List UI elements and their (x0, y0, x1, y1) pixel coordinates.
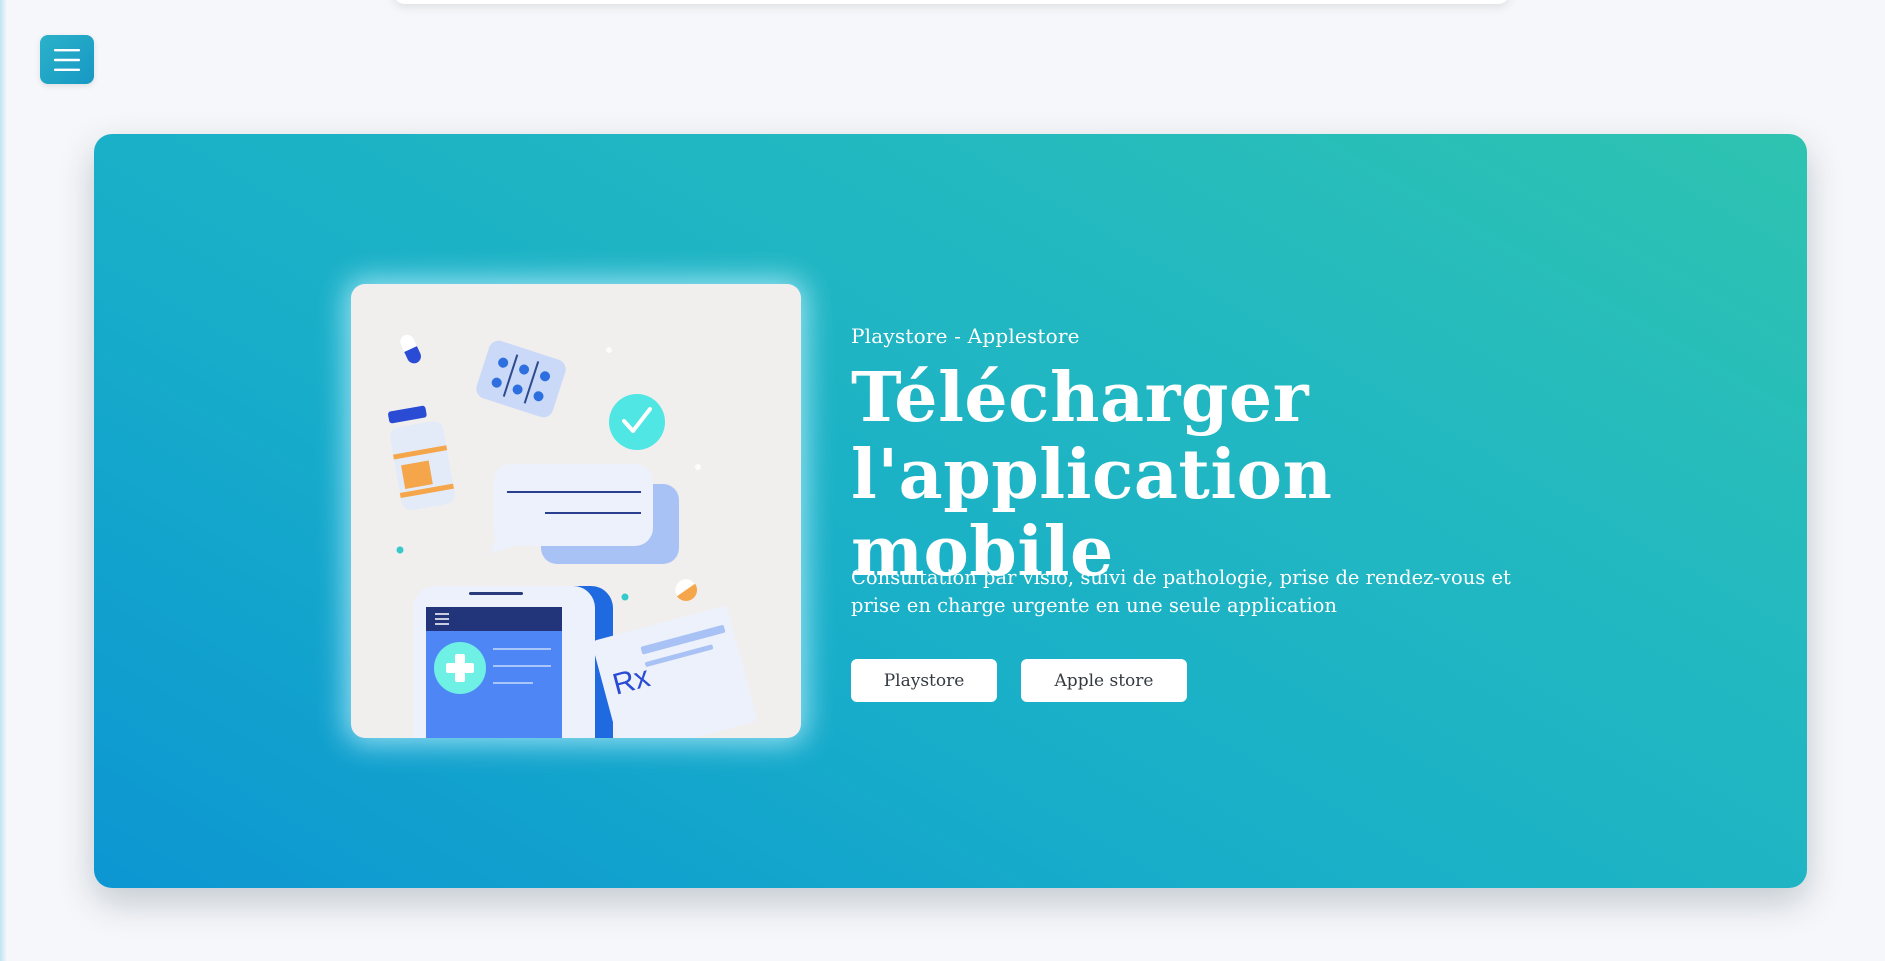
applestore-button[interactable]: Apple store (1021, 659, 1187, 702)
playstore-button[interactable]: Playstore (851, 659, 997, 702)
hamburger-menu-icon (54, 48, 80, 71)
capsule-icon (400, 334, 421, 364)
app-download-hero: Rx Playstore - Applestore Télécharger l'… (94, 134, 1807, 888)
prescription-icon: Rx (592, 606, 757, 738)
pill-blister-icon (476, 340, 566, 418)
hero-description: Consultation par visio, suivi de patholo… (851, 566, 1511, 617)
half-pill-icon (675, 579, 697, 601)
top-card (393, 0, 1510, 4)
store-subtitle: Playstore - Applestore (851, 324, 1080, 348)
left-sidebar-edge (0, 0, 7, 961)
phone-icon (413, 586, 613, 738)
medicine-bottle-icon (388, 405, 455, 511)
checkmark-icon (609, 394, 665, 450)
app-illustration: Rx (351, 284, 801, 738)
medical-cross-icon (434, 642, 486, 694)
hero-headline: Télécharger l'application mobile (851, 358, 1333, 592)
menu-button[interactable] (40, 35, 94, 84)
chat-bubble-icon (491, 464, 679, 564)
